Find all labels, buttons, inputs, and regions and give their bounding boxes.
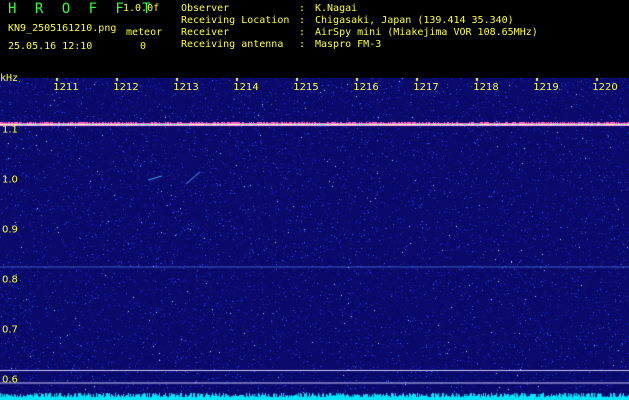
x-tick-label: 1211 (53, 82, 79, 93)
y-tick-label: 0.7 (2, 324, 18, 336)
info-value: Chigasaki, Japan (139.414 35.340) (315, 14, 514, 26)
y-unit-label: kHz (0, 73, 19, 84)
station-info-panel: Observer : K.Nagai Receiving Location : … (181, 2, 538, 50)
x-tick-label: 1213 (173, 82, 199, 93)
x-tick-label: 1216 (353, 82, 379, 93)
y-tick-label: 0.9 (2, 224, 18, 236)
info-row-antenna: Receiving antenna : Maspro FM-3 (181, 38, 538, 50)
spectrogram-canvas[interactable] (0, 78, 629, 400)
x-tick-label: 1212 (113, 82, 139, 93)
x-tick-label: 1219 (533, 82, 559, 93)
info-value: K.Nagai (315, 2, 358, 14)
info-separator: : (299, 38, 306, 50)
info-label: Receiving antenna (181, 38, 284, 50)
datetime-label: 25.05.16 12:10 (8, 41, 93, 52)
y-tick-label: 1.1 (2, 124, 18, 136)
info-label: Receiver (181, 26, 230, 38)
info-separator: : (299, 14, 306, 26)
y-tick-label: 1.0 (2, 174, 18, 186)
info-value: AirSpy mini (Miakejima VOR 108.65MHz) (315, 26, 538, 38)
y-tick-label: 0.6 (2, 374, 18, 386)
info-separator: : (299, 2, 306, 14)
x-tick-label: 1220 (592, 82, 618, 93)
info-label: Receiving Location (181, 14, 290, 26)
y-tick-label: 0.8 (2, 274, 18, 286)
x-tick-label: 1215 (293, 82, 319, 93)
info-separator: : (299, 26, 306, 38)
meteor-count: 0 (140, 41, 147, 52)
info-value: Maspro FM-3 (315, 38, 382, 50)
info-row-observer: Observer : K.Nagai (181, 2, 538, 14)
version-label: 1.0.0f (123, 3, 160, 14)
info-label: Observer (181, 2, 230, 14)
x-tick-label: 1214 (233, 82, 259, 93)
x-tick-label: 1218 (473, 82, 499, 93)
info-row-receiver: Receiver : AirSpy mini (Miakejima VOR 10… (181, 26, 538, 38)
mode-label: meteor (126, 27, 163, 38)
filename-label: KN9_2505161210.png (8, 23, 117, 34)
info-row-location: Receiving Location : Chigasaki, Japan (1… (181, 14, 538, 26)
x-tick-label: 1217 (413, 82, 439, 93)
